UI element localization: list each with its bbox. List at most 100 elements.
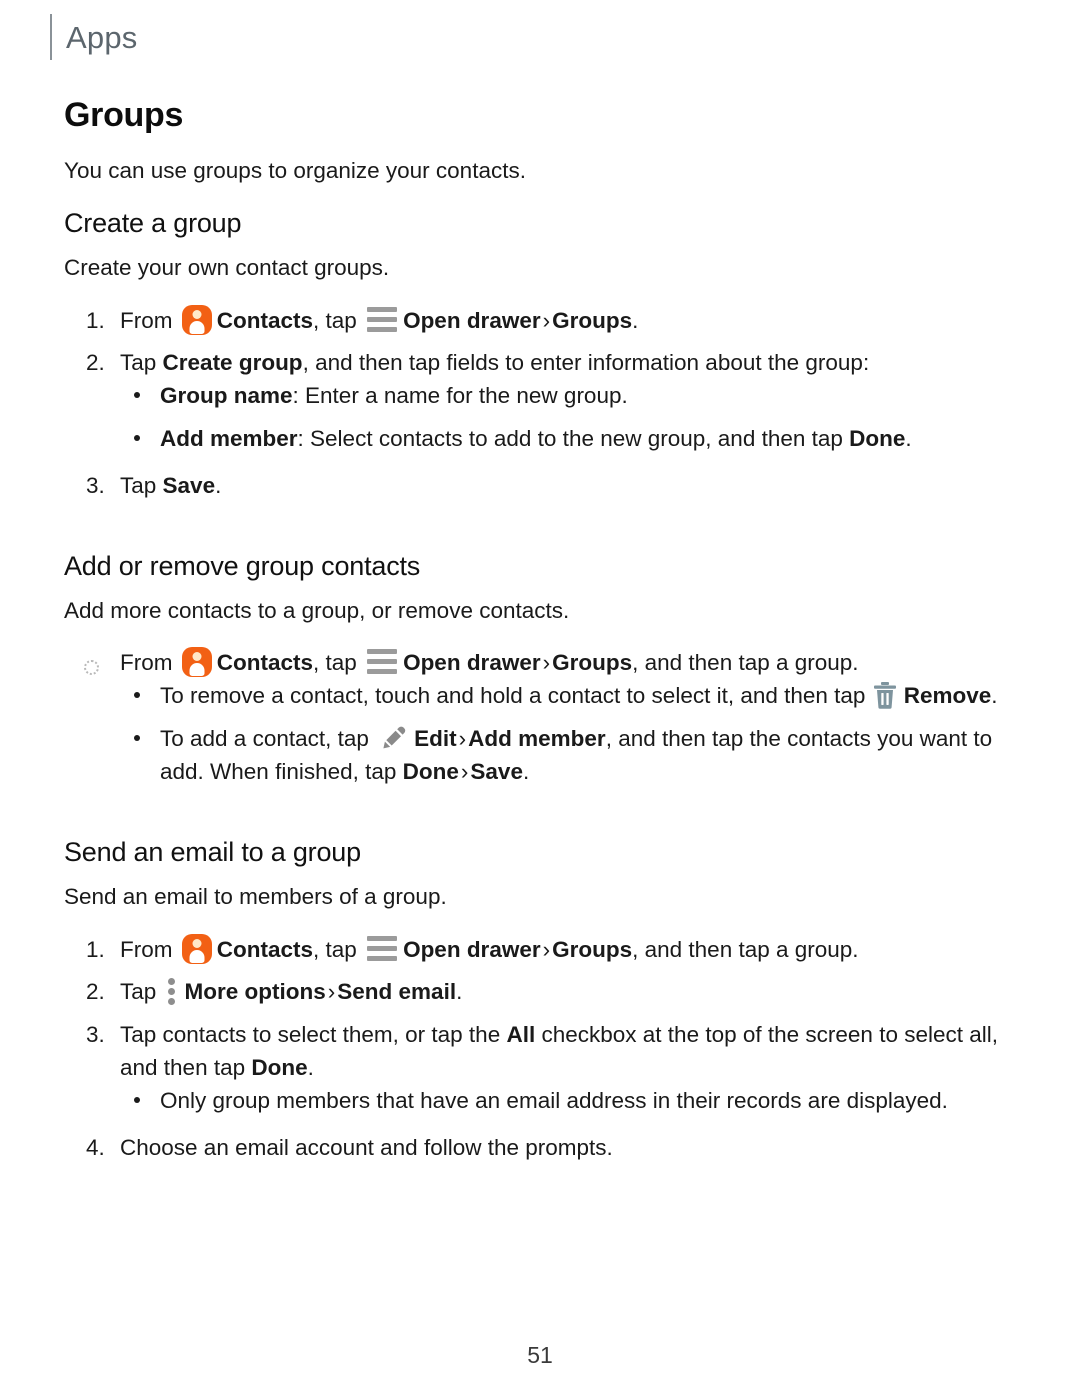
contacts-icon-head [192, 309, 202, 319]
hamburger-menu-icon [367, 935, 398, 961]
bullet-text: : Enter a name for the new group. [292, 383, 628, 409]
step-marker: 1. [86, 936, 105, 962]
step-text-part: . [307, 1055, 314, 1081]
bullet-bold-edit: Edit [414, 726, 457, 752]
step-item: 3. Tap Save. [64, 470, 1024, 503]
step-marker: 2. [86, 979, 105, 1005]
chevron-separator: › [458, 726, 467, 752]
list-item: Add member: Select contacts to add to th… [120, 423, 1024, 456]
page-title: Groups [64, 96, 184, 134]
bullet-bold-add-member: Add member [468, 726, 606, 752]
step-item: 2. Tap More options›Send email. [64, 976, 1024, 1009]
step-marker: 3. [86, 472, 105, 498]
step-text-part: From [120, 307, 179, 333]
step-text-part: Tap [120, 472, 163, 498]
bullet-text: : Select contacts to add to the new grou… [297, 426, 850, 452]
step-marker: 3. [86, 1022, 105, 1048]
step-text-all: All [506, 1022, 536, 1048]
step-text-part: . [215, 472, 222, 498]
running-header-label: Apps [66, 19, 138, 55]
step-text-open-drawer: Open drawer [403, 307, 541, 333]
header-rule [50, 14, 52, 60]
section-intro: You can use groups to organize your cont… [64, 158, 526, 184]
step-text-part: , and then tap a group. [632, 650, 859, 676]
chevron-separator: › [542, 936, 551, 962]
step-text-part: , tap [313, 650, 364, 676]
running-header: Apps [50, 14, 137, 60]
bullet-dot-icon [134, 435, 140, 442]
list-item: To remove a contact, touch and hold a co… [120, 680, 1024, 713]
bullet-text: To add a contact, tap [160, 726, 376, 752]
step-marker-hollow [84, 652, 104, 676]
step-text-part: Tap [120, 979, 163, 1005]
contacts-icon-head [192, 938, 202, 948]
pencil-icon [379, 723, 409, 753]
bullet-bold-label: Add member [160, 426, 298, 452]
step-text-contacts: Contacts [216, 307, 314, 333]
page-content: Groups You can use groups to organize yo… [64, 96, 1024, 1175]
send-email-intro: Send an email to members of a group. [64, 883, 447, 909]
page-number: 51 [527, 1342, 553, 1368]
hollow-circle-icon [84, 660, 99, 676]
step-item: 3. Tap contacts to select them, or tap t… [64, 1019, 1024, 1118]
hamburger-menu-icon [367, 649, 398, 675]
more-options-icon [167, 978, 177, 1006]
bullet-text: To remove a contact, touch and hold a co… [160, 683, 872, 709]
list-item: Group name: Enter a name for the new gro… [120, 380, 1024, 413]
subsection-title-create-group: Create a group [64, 207, 242, 238]
step-text-done: Done [251, 1055, 308, 1081]
send-email-steps: 1. From Contacts, tap Open drawer›Groups… [64, 933, 1024, 1165]
send-email-step3-bullets: Only group members that have an email ad… [120, 1085, 1024, 1118]
bullet-bold-remove: Remove [903, 683, 992, 709]
add-remove-intro: Add more contacts to a group, or remove … [64, 597, 570, 623]
bullet-bold-save: Save [470, 758, 523, 784]
bullet-dot-icon [134, 735, 140, 742]
step-text-part: Choose an email account and follow the p… [120, 1134, 613, 1160]
chevron-separator: › [542, 307, 551, 333]
step-text-contacts: Contacts [216, 650, 314, 676]
document-page: Apps Groups You can use groups to organi… [0, 0, 1080, 1397]
step-text-more-options: More options [184, 979, 326, 1005]
step-text-open-drawer: Open drawer [403, 936, 541, 962]
contacts-app-icon [181, 933, 212, 964]
bullet-dot-icon [134, 692, 140, 699]
hamburger-menu-icon [367, 306, 398, 332]
step-marker: 1. [86, 307, 105, 333]
bullet-dot-icon [134, 392, 140, 399]
add-remove-steps: From Contacts, tap Open drawer›Groups, a… [64, 647, 1024, 788]
step-text-send-email: Send email [337, 979, 457, 1005]
chevron-separator: › [542, 650, 551, 676]
contacts-icon-body [189, 663, 205, 677]
step-marker: 2. [86, 350, 105, 376]
step-text-part: , and then tap a group. [632, 936, 859, 962]
trash-icon [872, 680, 898, 710]
list-item: To add a contact, tap Edit›Add member, a… [120, 723, 1024, 789]
bullet-bold-done: Done [402, 758, 459, 784]
subsection-title-add-remove: Add or remove group contacts [64, 550, 421, 581]
contacts-icon-head [192, 652, 202, 662]
step-text-part: , and then tap fields to enter informati… [302, 350, 870, 376]
create-group-steps: 1. From Contacts, tap Open drawer›Groups… [64, 304, 1024, 503]
step-text-part: From [120, 936, 179, 962]
contacts-app-icon [181, 304, 212, 335]
step-text-create-group: Create group [162, 350, 303, 376]
chevron-separator: › [327, 979, 336, 1005]
create-group-intro: Create your own contact groups. [64, 254, 390, 280]
add-remove-bullets: To remove a contact, touch and hold a co… [120, 680, 1024, 789]
step-text-contacts: Contacts [216, 936, 314, 962]
step-text-part: . [456, 979, 463, 1005]
contacts-icon-body [189, 320, 205, 334]
bullet-text-tail: . [905, 426, 912, 452]
step-text-groups: Groups [552, 936, 633, 962]
bullet-text-tail: . [522, 758, 530, 784]
step-marker: 4. [86, 1134, 105, 1160]
step-item: 2. Tap Create group, and then tap fields… [64, 347, 1024, 456]
step-item: 1. From Contacts, tap Open drawer›Groups… [64, 304, 1024, 338]
step-item: From Contacts, tap Open drawer›Groups, a… [64, 647, 1024, 788]
step-text-save: Save [162, 472, 216, 498]
step-text-part: Tap contacts to select them, or tap the [120, 1022, 507, 1048]
contacts-icon-body [189, 949, 205, 963]
step-text-groups: Groups [552, 307, 633, 333]
